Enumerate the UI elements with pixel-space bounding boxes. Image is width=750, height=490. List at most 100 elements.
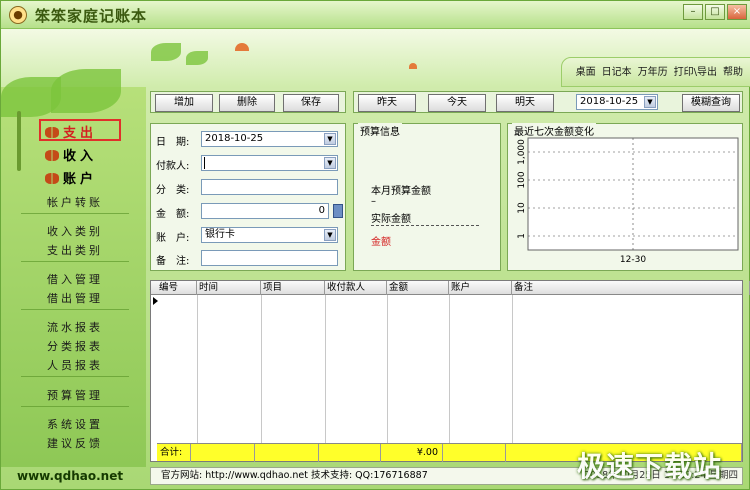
- sidebar-item-income-category[interactable]: 收入类别: [47, 223, 103, 239]
- category-label: 分 类:: [156, 185, 190, 196]
- total-label: 合计:: [157, 444, 191, 462]
- column-divider: [449, 295, 450, 443]
- app-title: 笨笨家庭记账本: [35, 7, 148, 25]
- account-value: 银行卡: [205, 229, 235, 240]
- add-button[interactable]: 增加: [155, 94, 213, 112]
- sidebar-item-feedback[interactable]: 建议反馈: [47, 435, 103, 451]
- amount-field[interactable]: 0: [201, 203, 329, 219]
- sidebar-item-flow-report[interactable]: 流水报表: [47, 319, 103, 335]
- column-divider: [512, 295, 513, 443]
- y-tick-label: 10: [517, 202, 527, 214]
- leaf-decoration: [151, 43, 181, 61]
- watermark-logo: 极速下载站: [577, 450, 723, 483]
- column-header[interactable]: 项目: [261, 281, 325, 295]
- column-header[interactable]: 备注: [512, 281, 750, 295]
- sidebar-divider: [21, 309, 129, 310]
- maximize-button[interactable]: □: [705, 4, 725, 20]
- sidebar-item-category-report[interactable]: 分类报表: [47, 338, 103, 354]
- sidebar-item-label: 收入: [63, 149, 98, 164]
- column-header[interactable]: 编号: [157, 281, 197, 295]
- column-divider: [261, 295, 262, 443]
- bear-face-icon: ●: [9, 6, 27, 24]
- butterfly-icon: [45, 173, 59, 184]
- sidebar-item-person-report[interactable]: 人员报表: [47, 357, 103, 373]
- site-url[interactable]: www.qdhao.net: [17, 469, 123, 483]
- date-select[interactable]: 2018-10-25 ▼: [201, 131, 338, 147]
- budget-this-month-label: 本月预算金额: [371, 186, 431, 197]
- entry-form: 日 期: 2018-10-25 ▼ 付款人: ▼ 分 类: 金 额: 0 账 户…: [150, 123, 346, 271]
- column-header[interactable]: 收付款人: [325, 281, 387, 295]
- sidebar-item-lend-out[interactable]: 借出管理: [47, 290, 103, 306]
- link-desktop[interactable]: 桌面: [576, 63, 596, 83]
- column-header[interactable]: 金额: [387, 281, 449, 295]
- query-date-select[interactable]: 2018-10-25 ▼: [576, 94, 658, 110]
- actual-amount-label: 实际金额: [371, 214, 411, 225]
- save-button[interactable]: 保存: [283, 94, 339, 112]
- minimize-button[interactable]: –: [683, 4, 703, 20]
- total-cell: [255, 444, 319, 462]
- records-table[interactable]: 编号 时间 项目 收付款人 金额 账户 备注 合计: ¥.00: [150, 280, 750, 462]
- sidebar-item-expense-category[interactable]: 支出类别: [47, 242, 103, 258]
- butterfly-icon: [45, 127, 59, 138]
- sidebar-divider: [21, 213, 129, 214]
- sidebar-item-account[interactable]: 账户: [45, 168, 97, 187]
- plant-decoration: [17, 111, 21, 171]
- payer-select[interactable]: ▼: [201, 155, 338, 171]
- budget-info-panel: 预算信息 本月预算金额 – 实际金额 金额: [353, 123, 501, 271]
- calculator-icon[interactable]: [333, 204, 343, 218]
- today-button[interactable]: 今天: [428, 94, 486, 112]
- recent-amount-chart-panel: 最近七次金额变化 1,000 100 10 1 12-30: [507, 123, 743, 271]
- column-header[interactable]: 账户: [449, 281, 512, 295]
- sidebar-item-label: 账户: [63, 172, 98, 187]
- sidebar-item-expense[interactable]: 支出: [45, 122, 97, 141]
- total-amount: ¥.00: [381, 444, 443, 462]
- top-links: 桌面 日记本 万年历 打印\导出 帮助: [576, 63, 743, 83]
- row-pointer-icon: [153, 297, 158, 305]
- total-cell: [443, 444, 506, 462]
- date-label: 日 期:: [156, 137, 190, 148]
- note-field[interactable]: [201, 250, 338, 266]
- x-tick-label: 12-30: [620, 255, 646, 265]
- butterfly-icon: [45, 150, 59, 161]
- column-header[interactable]: 时间: [197, 281, 261, 295]
- y-tick-label: 1,000: [517, 139, 527, 165]
- link-calendar[interactable]: 万年历: [638, 63, 668, 83]
- column-divider: [197, 295, 198, 443]
- column-divider: [325, 295, 326, 443]
- sidebar-item-budget[interactable]: 预算管理: [47, 387, 103, 403]
- delete-button[interactable]: 删除: [219, 94, 275, 112]
- date-value: 2018-10-25: [205, 133, 264, 144]
- sidebar-item-label: 支出: [63, 126, 98, 141]
- sidebar-item-transfer[interactable]: 帐户转账: [47, 194, 103, 210]
- account-select[interactable]: 银行卡 ▼: [201, 227, 338, 243]
- budget-dash: –: [371, 196, 376, 207]
- leaf-decoration: [186, 51, 208, 65]
- y-tick-label: 100: [517, 171, 527, 188]
- account-label: 账 户:: [156, 233, 190, 244]
- chevron-down-icon[interactable]: ▼: [644, 96, 656, 108]
- window-controls: – □ ×: [683, 4, 747, 20]
- y-tick-label: 1: [517, 233, 527, 239]
- edit-toolbar: 增加 删除 保存: [150, 91, 346, 113]
- chevron-down-icon[interactable]: ▼: [324, 229, 336, 241]
- tomorrow-button[interactable]: 明天: [496, 94, 554, 112]
- chevron-down-icon[interactable]: ▼: [324, 157, 336, 169]
- sidebar-item-borrow-in[interactable]: 借入管理: [47, 271, 103, 287]
- category-field[interactable]: [201, 179, 338, 195]
- link-print-export[interactable]: 打印\导出: [674, 63, 717, 83]
- close-button[interactable]: ×: [727, 4, 747, 20]
- link-diary[interactable]: 日记本: [602, 63, 632, 83]
- dashed-divider: [371, 225, 479, 226]
- table-header: 编号 时间 项目 收付款人 金额 账户 备注: [151, 281, 750, 295]
- sidebar-item-income[interactable]: 收入: [45, 145, 97, 164]
- yesterday-button[interactable]: 昨天: [358, 94, 416, 112]
- chevron-down-icon[interactable]: ▼: [324, 133, 336, 145]
- amount-label: 金 额:: [156, 209, 190, 220]
- sidebar-item-settings[interactable]: 系统设置: [47, 416, 103, 432]
- total-cell: [319, 444, 381, 462]
- link-help[interactable]: 帮助: [723, 63, 743, 83]
- total-cell: [191, 444, 255, 462]
- support-info: 官方网站: http://www.qdhao.net 技术支持: QQ:1767…: [161, 470, 428, 481]
- text-cursor: [204, 157, 205, 169]
- fuzzy-query-button[interactable]: 模糊查询: [682, 94, 740, 112]
